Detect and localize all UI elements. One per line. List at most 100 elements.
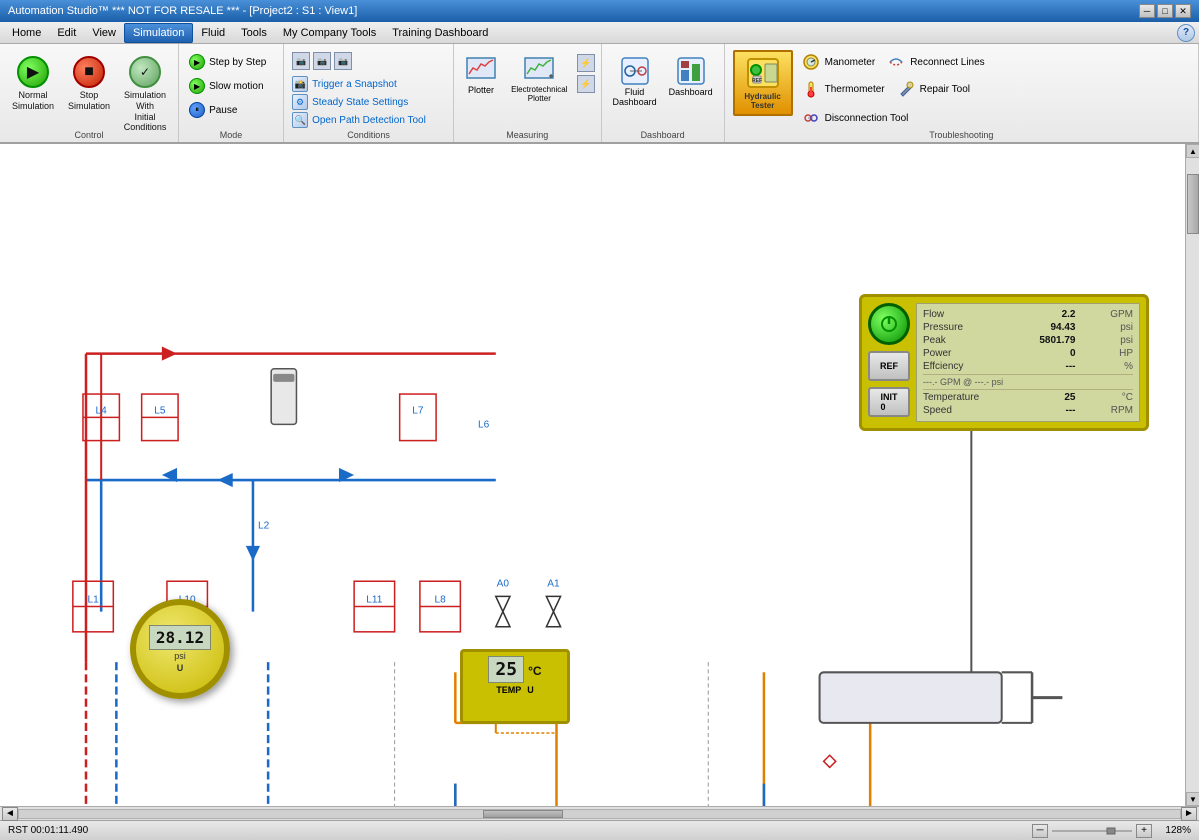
- h-scroll-thumb[interactable]: [483, 810, 563, 818]
- scroll-down-btn[interactable]: ▼: [1186, 792, 1199, 806]
- open-path-icon: 🔍: [292, 112, 308, 128]
- electrotechnical-plotter-btn[interactable]: ElectrotechnicalPlotter: [506, 52, 572, 106]
- menu-home[interactable]: Home: [4, 23, 49, 43]
- step-by-step-btn[interactable]: ▶ Step by Step: [185, 52, 270, 72]
- menu-edit[interactable]: Edit: [49, 23, 84, 43]
- simulation-initial-conditions-btn[interactable]: ✓ Simulation WithInitial Conditions: [118, 52, 172, 137]
- gauge-circle: 28.12 psi U: [130, 599, 230, 699]
- ribbon-measuring-section: Plotter ElectrotechnicalPlotter ⚡ ⚡: [454, 44, 601, 142]
- simulation-initial-icon: ✓: [129, 56, 161, 88]
- plotter-icon: [465, 55, 497, 83]
- hyd-tester-ref-btn[interactable]: REF: [868, 351, 910, 381]
- steady-state-link[interactable]: ⚙ Steady State Settings: [292, 94, 426, 110]
- ribbon-dashboard-section: FluidDashboard Dashboard Dashboard: [602, 44, 725, 142]
- svg-text:L1: L1: [87, 594, 99, 605]
- menu-fluid[interactable]: Fluid: [193, 23, 233, 43]
- open-path-link[interactable]: 🔍 Open Path Detection Tool: [292, 112, 426, 128]
- zoom-out-btn[interactable]: ─: [1032, 824, 1048, 838]
- dashboard-icon: [675, 55, 707, 87]
- pressure-row: Pressure 94.43 psi: [923, 321, 1133, 334]
- efficiency-value: ---: [1021, 361, 1076, 372]
- hyd-tester-display: Flow 2.2 GPM Pressure 94.43 psi Peak 580…: [916, 303, 1140, 422]
- disconnection-tool-btn[interactable]: Disconnection Tool: [797, 106, 913, 130]
- ribbon: ▶ NormalSimulation ■ StopSimulation ✓ Si…: [0, 44, 1199, 144]
- stop-simulation-btn[interactable]: ■ StopSimulation: [62, 52, 116, 116]
- svg-text:L6: L6: [478, 419, 490, 430]
- scroll-left-btn[interactable]: ◄: [2, 807, 18, 821]
- ribbon-mode-section: ▶ Step by Step ▶ Slow motion ⏸ Pause Mod…: [179, 44, 284, 142]
- speed-row: Speed --- RPM: [923, 404, 1133, 417]
- trigger-snapshot-link[interactable]: 📸 Trigger a Snapshot: [292, 76, 426, 92]
- gauge-display: 28.12: [149, 625, 211, 650]
- plotter-btn[interactable]: Plotter: [460, 52, 502, 98]
- menu-training-dashboard[interactable]: Training Dashboard: [384, 23, 496, 43]
- zoom-slider[interactable]: [1052, 825, 1132, 837]
- menu-tools[interactable]: Tools: [233, 23, 275, 43]
- menu-simulation[interactable]: Simulation: [124, 23, 193, 43]
- hyd-tester-power-btn[interactable]: [868, 303, 910, 345]
- control-label: Control: [0, 130, 178, 140]
- efficiency-unit: %: [1103, 361, 1133, 372]
- slow-motion-icon: ▶: [189, 78, 205, 94]
- temp-label: TEMP: [496, 685, 521, 695]
- scroll-right-btn[interactable]: ►: [1181, 807, 1197, 821]
- flow-unit: GPM: [1103, 309, 1133, 320]
- vertical-scrollbar[interactable]: ▲ ▼: [1185, 144, 1199, 806]
- cond-icon-2: 📷: [313, 52, 331, 70]
- hyd-tester-controls: REF INIT0: [868, 303, 910, 422]
- hydraulic-tester-ribbon-btn[interactable]: REF HydraulicTester: [733, 50, 793, 116]
- fluid-dashboard-btn[interactable]: FluidDashboard: [608, 52, 662, 110]
- thermometer-btn[interactable]: Thermometer: [797, 77, 889, 101]
- main-canvas[interactable]: L4 L5 L7 L6 L2 L1 L10: [0, 144, 1199, 806]
- minimize-btn[interactable]: ─: [1139, 4, 1155, 18]
- pause-btn[interactable]: ⏸ Pause: [185, 100, 270, 120]
- peak-value: 5801.79: [1021, 335, 1076, 346]
- mode-label: Mode: [179, 130, 283, 140]
- normal-simulation-btn[interactable]: ▶ NormalSimulation: [6, 52, 60, 116]
- snapshot-icon: 📸: [292, 76, 308, 92]
- peak-label: Peak: [923, 335, 993, 346]
- slow-motion-label: Slow motion: [209, 81, 263, 92]
- manometer-icon: [801, 52, 821, 72]
- cond-icon-3: 📷: [334, 52, 352, 70]
- measure-icon-2: ⚡: [577, 75, 595, 93]
- horizontal-scrollbar[interactable]: ◄ ►: [0, 806, 1199, 820]
- close-btn[interactable]: ✕: [1175, 4, 1191, 18]
- thermometer-instrument: 25 °C TEMP U: [460, 649, 570, 724]
- electrotechnical-plotter-icon: [523, 55, 555, 83]
- flow-value: 2.2: [1021, 309, 1076, 320]
- title-bar: Automation Studio™ *** NOT FOR RESALE **…: [0, 0, 1199, 22]
- dashboard-btn[interactable]: Dashboard: [664, 52, 718, 100]
- power-row: Power 0 HP: [923, 347, 1133, 360]
- pressure-label: Pressure: [923, 322, 993, 333]
- pressure-unit: psi: [1103, 322, 1133, 333]
- svg-text:L8: L8: [435, 594, 447, 605]
- power-value: 0: [1021, 348, 1076, 359]
- menu-company-tools[interactable]: My Company Tools: [275, 23, 384, 43]
- speed-value: ---: [1021, 405, 1076, 416]
- svg-text:A1: A1: [547, 578, 560, 589]
- h-scroll-track[interactable]: [18, 809, 1181, 819]
- thermometer-unit: °C: [528, 664, 541, 678]
- restore-btn[interactable]: □: [1157, 4, 1173, 18]
- status-bar: RST 00:01:11.490 ─ + 128%: [0, 820, 1199, 840]
- zoom-in-btn[interactable]: +: [1136, 824, 1152, 838]
- speed-label: Speed: [923, 405, 993, 416]
- scroll-up-btn[interactable]: ▲: [1186, 144, 1199, 158]
- menu-bar: Home Edit View Simulation Fluid Tools My…: [0, 22, 1199, 44]
- stop-simulation-icon: ■: [73, 56, 105, 88]
- help-button[interactable]: ?: [1177, 24, 1195, 42]
- steady-state-icon: ⚙: [292, 94, 308, 110]
- reconnect-lines-btn[interactable]: Reconnect Lines: [882, 50, 989, 74]
- slow-motion-btn[interactable]: ▶ Slow motion: [185, 76, 270, 96]
- repair-tool-btn[interactable]: Repair Tool: [892, 77, 974, 101]
- thermometer-labels: TEMP U: [496, 685, 534, 695]
- manometer-btn[interactable]: Manometer: [797, 50, 880, 74]
- hydraulic-tester-instrument: REF INIT0 Flow 2.2 GPM Pressure 94.43 ps…: [859, 294, 1149, 431]
- hyd-tester-init-btn[interactable]: INIT0: [868, 387, 910, 417]
- efficiency-row: Effciency --- %: [923, 360, 1133, 373]
- hydraulic-diagram: L4 L5 L7 L6 L2 L1 L10: [0, 144, 1199, 806]
- menu-view[interactable]: View: [84, 23, 124, 43]
- flow-label: Flow: [923, 309, 993, 320]
- scroll-thumb[interactable]: [1187, 174, 1199, 234]
